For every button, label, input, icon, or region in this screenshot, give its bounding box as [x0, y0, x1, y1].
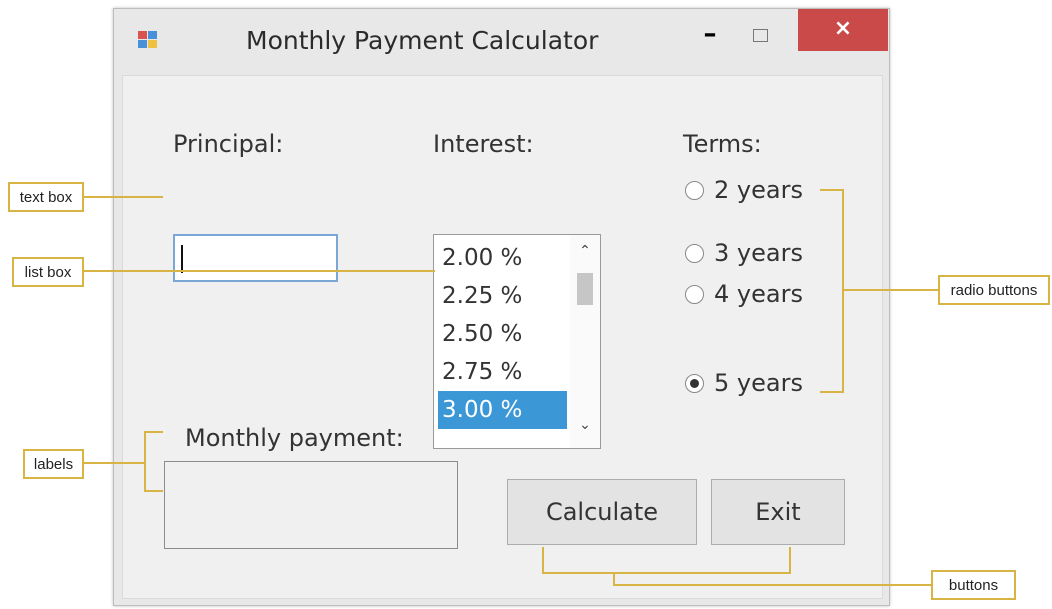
- text-caret: [181, 245, 183, 273]
- radio-2-years[interactable]: 2 years: [685, 176, 803, 210]
- exit-button[interactable]: Exit: [711, 479, 845, 545]
- chevron-down-icon[interactable]: ⌄: [570, 417, 600, 437]
- radio-circle[interactable]: [685, 180, 704, 200]
- radio-4-years[interactable]: 4 years: [685, 280, 803, 314]
- radio-label: 5 years: [714, 369, 803, 397]
- callout-buttons: buttons: [931, 570, 1016, 600]
- chevron-up-icon[interactable]: ⌃: [570, 243, 600, 263]
- list-item-selected[interactable]: 3.00 %: [438, 391, 567, 429]
- list-item[interactable]: 2.50 %: [438, 315, 567, 353]
- minimize-button[interactable]: –: [690, 21, 730, 51]
- scrollbar-thumb[interactable]: [577, 273, 593, 305]
- title-bar[interactable]: Monthly Payment Calculator – ×: [114, 9, 889, 75]
- app-icon: [138, 31, 158, 49]
- radio-label: 2 years: [714, 176, 803, 204]
- principal-input[interactable]: [173, 234, 338, 282]
- monthly-payment-output: [164, 461, 458, 549]
- window-title: Monthly Payment Calculator: [246, 26, 599, 55]
- radio-circle[interactable]: [685, 243, 704, 263]
- radio-3-years[interactable]: 3 years: [685, 239, 803, 273]
- callout-text-box: text box: [8, 182, 84, 212]
- radio-label: 3 years: [714, 239, 803, 267]
- callout-radio-buttons: radio buttons: [938, 275, 1050, 305]
- maximize-button[interactable]: [739, 21, 779, 51]
- maximize-icon: [753, 29, 768, 42]
- interest-label: Interest:: [433, 130, 534, 158]
- monthly-payment-label: Monthly payment:: [185, 424, 404, 452]
- callout-list-box: list box: [12, 257, 84, 287]
- radio-circle-checked[interactable]: [685, 373, 704, 393]
- radio-circle[interactable]: [685, 284, 704, 304]
- list-item[interactable]: 2.25 %: [438, 277, 567, 315]
- terms-label: Terms:: [683, 130, 762, 158]
- list-scrollbar[interactable]: ⌃ ⌄: [570, 235, 600, 448]
- interest-list-box[interactable]: 2.00 % 2.25 % 2.50 % 2.75 % 3.00 % ⌃ ⌄: [433, 234, 601, 449]
- callout-labels: labels: [23, 449, 84, 479]
- list-item[interactable]: 2.75 %: [438, 353, 567, 391]
- app-window: Monthly Payment Calculator – × Principal…: [113, 8, 890, 606]
- list-item[interactable]: 2.00 %: [438, 239, 567, 277]
- radio-5-years[interactable]: 5 years: [685, 369, 803, 403]
- calculate-button[interactable]: Calculate: [507, 479, 697, 545]
- radio-label: 4 years: [714, 280, 803, 308]
- principal-label: Principal:: [173, 130, 284, 158]
- close-button[interactable]: ×: [798, 9, 888, 51]
